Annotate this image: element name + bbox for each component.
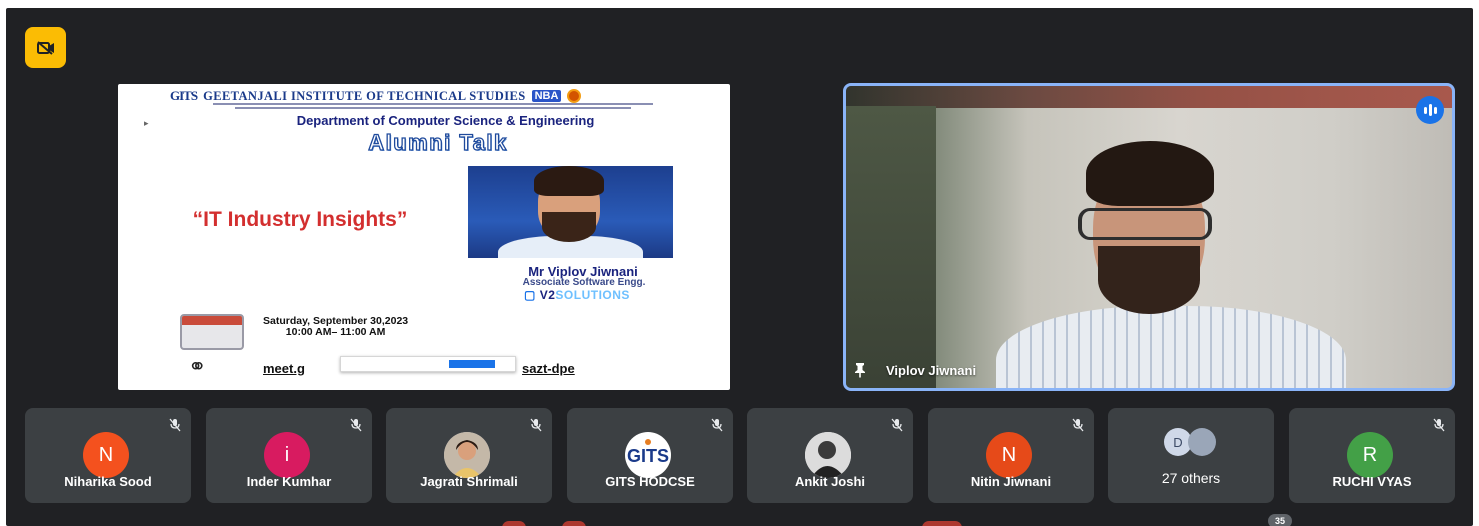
speaker-name-tag: Viplov Jiwnani xyxy=(854,362,976,378)
institute-header: GITS GEETANJALI INSTITUTE OF TECHNICAL S… xyxy=(170,88,718,104)
mic-off-icon xyxy=(530,418,542,432)
gits-logo-icon: GITS xyxy=(626,433,670,477)
participant-name: RUCHI VYAS xyxy=(1332,474,1412,489)
participant-tile[interactable]: i Inder Kumhar xyxy=(206,408,372,503)
participant-count-badge[interactable]: 35 xyxy=(1268,514,1292,526)
mic-off-icon xyxy=(169,418,181,432)
affiliation-fine-print xyxy=(213,103,653,112)
video-off-icon xyxy=(36,40,54,55)
participant-name: Jagrati Shrimali xyxy=(420,474,518,489)
others-avatar-group: D xyxy=(1164,428,1216,456)
speaker-video-tile[interactable]: Viplov Jiwnani xyxy=(843,83,1455,391)
avatar xyxy=(444,432,490,478)
meet-link-start: meet.g xyxy=(263,361,305,376)
calendar-icon xyxy=(180,314,244,350)
institute-name: GEETANJALI INSTITUTE OF TECHNICAL STUDIE… xyxy=(203,88,526,103)
link-icon: ⚭ xyxy=(188,354,207,379)
participant-name: Nitin Jiwnani xyxy=(970,474,1052,489)
company-prefix: V2 xyxy=(539,288,556,302)
participant-tile[interactable]: GITS GITS HODCSE xyxy=(567,408,733,503)
event-time: 10:00 AM– 11:00 AM xyxy=(285,326,386,338)
company-suffix: SOLUTIONS xyxy=(555,288,630,302)
event-datetime: Saturday, September 30,2023 10:00 AM– 11… xyxy=(263,316,408,338)
camera-off-indicator[interactable] xyxy=(25,27,66,68)
mic-off-icon xyxy=(1433,418,1445,432)
avatar xyxy=(805,432,851,478)
participant-tile[interactable]: N Niharika Sood xyxy=(25,408,191,503)
participant-name: Niharika Sood xyxy=(64,474,152,489)
company-logo-icon: ▢ xyxy=(524,288,536,302)
mic-off-icon xyxy=(891,418,903,432)
meet-link-end: sazt-dpe xyxy=(522,361,575,376)
speaker-role: Associate Software Engg. xyxy=(522,277,646,288)
company-logo: ▢ V2SOLUTIONS xyxy=(482,288,672,302)
meet-stage: ▸ GITS GEETANJALI INSTITUTE OF TECHNICAL… xyxy=(6,8,1473,526)
event-type-heading: Alumni Talk xyxy=(368,129,508,155)
participant-name: Inder Kumhar xyxy=(246,474,332,489)
pin-icon[interactable] xyxy=(854,362,866,378)
avatar: GITS xyxy=(625,432,671,478)
avatar: i xyxy=(264,432,310,478)
others-tile[interactable]: D 27 others xyxy=(1108,408,1274,503)
audio-level-icon xyxy=(1416,96,1444,124)
speaker-tile-name: Viplov Jiwnani xyxy=(886,362,977,378)
participant-tile[interactable]: R RUCHI VYAS xyxy=(1289,408,1455,503)
institute-seal-icon xyxy=(567,89,582,103)
participant-name: Ankit Joshi xyxy=(794,474,866,489)
talk-title: “IT Industry Insights” xyxy=(192,208,408,231)
institute-logo: GITS xyxy=(170,88,198,103)
mic-off-icon xyxy=(1072,418,1084,432)
control-bar-edge xyxy=(6,513,1473,526)
participant-tile[interactable]: Ankit Joshi xyxy=(747,408,913,503)
screen-share-banner xyxy=(340,356,516,372)
participant-tile[interactable]: Jagrati Shrimali xyxy=(386,408,552,503)
others-count-label: 27 others xyxy=(1161,470,1221,486)
participant-tile[interactable]: N Nitin Jiwnani xyxy=(928,408,1094,503)
accreditation-badge: NBA xyxy=(531,90,562,102)
participant-name: GITS HODCSE xyxy=(605,474,695,489)
avatar: R xyxy=(1347,432,1393,478)
speaker-photo xyxy=(468,166,673,258)
avatar: N xyxy=(986,432,1032,478)
avatar xyxy=(1188,428,1216,456)
svg-text:GITS: GITS xyxy=(627,446,669,466)
mic-off-icon xyxy=(350,418,362,432)
department-title: Department of Computer Science & Enginee… xyxy=(296,113,595,128)
presentation-slide: ▸ GITS GEETANJALI INSTITUTE OF TECHNICAL… xyxy=(118,84,730,390)
avatar: N xyxy=(83,432,129,478)
mic-off-icon xyxy=(711,418,723,432)
